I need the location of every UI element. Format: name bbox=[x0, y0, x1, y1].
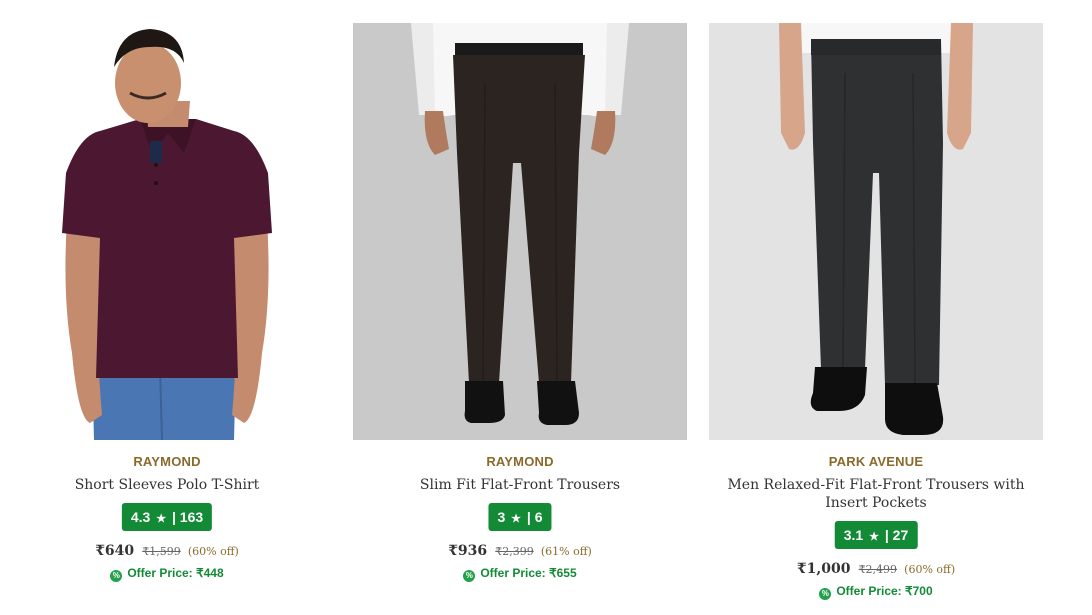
product-image[interactable] bbox=[0, 23, 334, 440]
star-icon: ★ bbox=[156, 513, 167, 525]
original-price: ₹1,599 bbox=[142, 545, 181, 558]
product-title[interactable]: Slim Fit Flat-Front Trousers bbox=[353, 476, 687, 494]
product-brand: PARK AVENUE bbox=[828, 454, 924, 469]
discount-percent: (60% off) bbox=[187, 545, 239, 558]
rating-value: 3 bbox=[497, 509, 506, 525]
review-count: 6 bbox=[534, 509, 543, 525]
discount-badge-icon: % bbox=[110, 570, 123, 582]
discount-percent: (60% off) bbox=[904, 563, 956, 576]
original-price: ₹2,499 bbox=[858, 563, 898, 576]
review-count: 27 bbox=[892, 527, 909, 543]
original-price: ₹2,399 bbox=[495, 545, 534, 558]
price-row: ₹936 ₹2,399 (61% off) bbox=[353, 540, 687, 559]
product-image[interactable] bbox=[709, 23, 1043, 440]
discount-percent: (61% off) bbox=[540, 545, 592, 558]
discount-badge-icon: % bbox=[463, 570, 476, 582]
offer-price-row: % Offer Price: ₹448 bbox=[0, 566, 334, 582]
discount-badge-icon: % bbox=[819, 588, 832, 600]
rating-value: 3.1 bbox=[843, 527, 864, 543]
offer-price: Offer Price: ₹448 bbox=[127, 566, 224, 580]
offer-price-row: % Offer Price: ₹700 bbox=[709, 584, 1043, 600]
product-brand: RAYMOND bbox=[486, 454, 554, 469]
rating-badge: 4.3 ★ | 163 bbox=[121, 503, 213, 531]
rating-badge: 3.1 ★ | 27 bbox=[834, 521, 918, 549]
star-icon: ★ bbox=[511, 513, 522, 525]
sale-price: ₹936 bbox=[448, 543, 488, 559]
offer-price: Offer Price: ₹700 bbox=[836, 584, 933, 598]
review-count: 163 bbox=[179, 509, 204, 525]
product-image[interactable] bbox=[353, 23, 687, 440]
price-row: ₹1,000 ₹2,499 (60% off) bbox=[709, 558, 1043, 577]
offer-price-row: % Offer Price: ₹655 bbox=[353, 566, 687, 582]
price-row: ₹640 ₹1,599 (60% off) bbox=[0, 540, 334, 559]
product-title[interactable]: Short Sleeves Polo T-Shirt bbox=[0, 476, 334, 494]
product-brand: RAYMOND bbox=[133, 454, 201, 469]
product-grid: RAYMOND Short Sleeves Polo T-Shirt 4.3 ★… bbox=[0, 0, 1092, 615]
product-title[interactable]: Men Relaxed-Fit Flat-Front Trousers with… bbox=[709, 476, 1043, 512]
rating-badge: 3 ★ | 6 bbox=[488, 503, 552, 531]
star-icon: ★ bbox=[869, 531, 879, 543]
sale-price: ₹640 bbox=[95, 543, 135, 559]
sale-price: ₹1,000 bbox=[796, 561, 851, 577]
offer-price: Offer Price: ₹655 bbox=[480, 566, 577, 580]
rating-value: 4.3 bbox=[130, 509, 151, 525]
